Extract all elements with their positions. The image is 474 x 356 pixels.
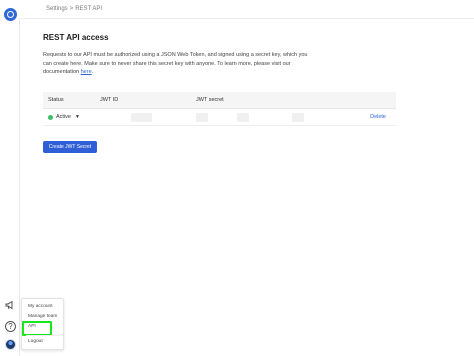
documentation-link[interactable]: here xyxy=(81,69,92,75)
create-jwt-secret-button[interactable]: Create JWT Secret xyxy=(43,141,97,153)
header-status: Status xyxy=(48,97,64,103)
top-bar: Settings > REST API xyxy=(19,0,474,19)
header-jwt-secret: JWT secret xyxy=(196,97,224,103)
table-header: Status JWT ID JWT secret xyxy=(43,92,396,109)
status-dropdown[interactable]: Active ▼ xyxy=(48,114,80,120)
header-jwt-id: JWT ID xyxy=(100,97,119,103)
delete-link[interactable]: Delete xyxy=(370,114,386,120)
description-end: . xyxy=(91,69,94,75)
menu-item-api[interactable]: API xyxy=(28,324,36,329)
breadcrumb-separator: > xyxy=(69,6,74,12)
megaphone-icon[interactable] xyxy=(4,300,16,312)
jwt-id-redacted xyxy=(131,113,152,122)
main-content: REST API access Requests to our API must… xyxy=(43,33,403,153)
breadcrumb-settings[interactable]: Settings xyxy=(46,6,68,12)
menu-item-my-account[interactable]: My account xyxy=(28,304,53,309)
menu-highlight-box xyxy=(22,321,52,336)
page-description: Requests to our API must be authorized u… xyxy=(43,51,313,77)
jwt-table: Status JWT ID JWT secret Active ▼ Delete xyxy=(43,92,396,126)
active-status-dot xyxy=(48,114,53,120)
sidebar: ? xyxy=(0,0,20,356)
breadcrumb: Settings > REST API xyxy=(46,6,102,12)
help-icon[interactable]: ? xyxy=(5,321,16,332)
jwt-secret-redacted-b xyxy=(237,113,249,122)
chevron-down-icon: ▼ xyxy=(74,114,80,120)
breadcrumb-rest-api: REST API xyxy=(75,6,103,12)
avatar[interactable] xyxy=(5,339,16,350)
menu-item-manage-team[interactable]: Manage team xyxy=(28,314,57,319)
app-logo-icon[interactable] xyxy=(4,8,17,21)
jwt-secret-redacted-a xyxy=(196,113,208,122)
status-label: Active xyxy=(56,114,71,120)
page-title: REST API access xyxy=(43,33,109,42)
jwt-secret-redacted-c xyxy=(292,113,304,122)
menu-item-logout[interactable]: Logout xyxy=(28,339,43,344)
table-row: Active ▼ Delete xyxy=(43,109,396,126)
account-menu: My account Manage team API Logout xyxy=(21,298,64,350)
menu-divider xyxy=(26,335,59,336)
